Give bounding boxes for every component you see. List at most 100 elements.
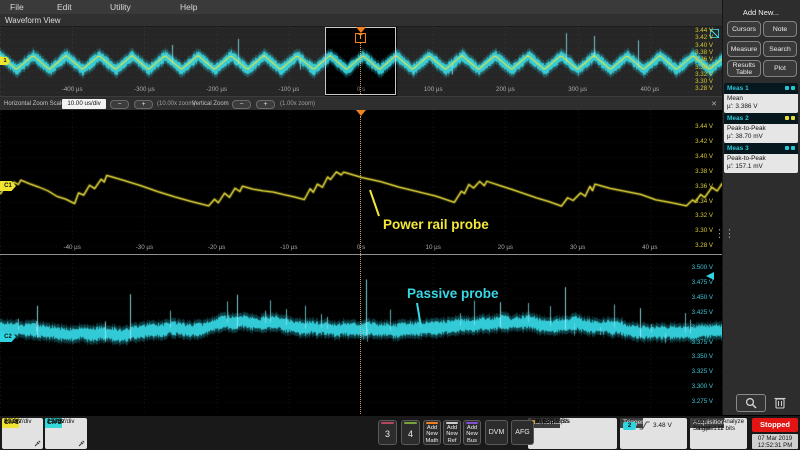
ch2-y-axis-label: 3.300 V	[692, 383, 713, 390]
main-x-axis-label: 40 µs	[642, 244, 657, 251]
ch2-badge[interactable]: Ch 2 25 mV/div 1 MΩ 1 GHz	[45, 418, 87, 449]
add-new-math-button[interactable]: Add New Math	[423, 420, 441, 445]
v-zoom-factor-label: (1.00x zoom)	[280, 101, 315, 107]
v-zoom-decrease-button[interactable]: −	[232, 100, 251, 109]
measurement-value: µ′: 38.70 mV	[727, 133, 795, 141]
measurement-header[interactable]: Meas 2	[724, 113, 798, 124]
ch2-y-axis-label: 3.425 V	[692, 309, 713, 316]
acq-analyze: Analyze	[722, 418, 744, 425]
pane-splitter-handle[interactable]: ⋮⋮	[714, 227, 734, 240]
main-y-axis-label: 3.44 V	[695, 123, 713, 130]
ch1-bandwidth: 1 GHz	[2, 418, 22, 425]
ch2-y-axis-label: 3.375 V	[692, 339, 713, 346]
main-y-axis-label: 3.30 V	[695, 227, 713, 234]
overview-x-axis-label: -400 µs	[62, 86, 83, 93]
horizontal-zoom-scale-value[interactable]: 10.00 us/div	[62, 99, 106, 109]
add-new-ref-button[interactable]: Add New Ref	[443, 420, 461, 445]
view-tab-bar: Waveform View	[0, 14, 722, 27]
h-zoom-decrease-button[interactable]: −	[110, 100, 129, 109]
measurement-source-icon	[785, 116, 789, 120]
button-label: Add New Bus	[464, 425, 480, 444]
overview-x-axis-label: 300 µs	[568, 86, 587, 93]
ch2-y-axis-label: 3.450 V	[692, 294, 713, 301]
main-y-axis-label: 3.36 V	[695, 183, 713, 190]
add-new-bus-button[interactable]: Add New Bus	[463, 420, 481, 445]
ch2-waveform-pane[interactable]	[0, 255, 722, 415]
button-label: Add New Math	[424, 425, 440, 444]
sidebar-button-measure[interactable]: Measure	[727, 41, 761, 57]
zoom-tool-button[interactable]	[736, 394, 766, 412]
ch1-badge[interactable]: Ch 1 20 mV/div 50 Ω 1 GHz	[2, 418, 43, 449]
tab-waveform-view[interactable]: Waveform View	[5, 16, 61, 25]
measurement-header[interactable]: Meas 3	[724, 143, 798, 154]
ch2-y-axis-label: 3.400 V	[692, 324, 713, 331]
close-zoom-toolbar-icon[interactable]: ✕	[711, 100, 717, 108]
main-x-axis-label: -30 µs	[136, 244, 153, 251]
channel-color-stripe	[381, 422, 394, 424]
sidebar-button-cursors[interactable]: Cursors	[727, 21, 761, 37]
horizontal-zoom-scale-label: Horizontal Zoom Scale	[4, 101, 65, 107]
measurement-type: Peak-to-Peak	[727, 155, 795, 163]
overview-y-axis-label: 3.30 V	[695, 78, 713, 85]
measurement-source-icon	[791, 146, 795, 150]
measurement-body: Peak-to-Peakµ′: 157.1 mV	[724, 154, 798, 173]
measurement-card[interactable]: Meas 1Meanµ′: 3.386 V	[724, 83, 798, 113]
overview-x-axis-label: 100 µs	[424, 86, 443, 93]
trash-button[interactable]	[772, 395, 790, 411]
ch2-y-axis-label: 3.475 V	[692, 279, 713, 286]
main-x-axis-label: 10 µs	[426, 244, 441, 251]
measurement-type: Mean	[727, 95, 795, 103]
ch3-button[interactable]: 3	[378, 420, 397, 445]
measurement-card[interactable]: Meas 2 Peak-to-Peakµ′: 38.70 mV	[724, 113, 798, 143]
h-zoom-increase-button[interactable]: +	[134, 100, 153, 109]
magnifier-icon	[737, 395, 765, 411]
h-zoom-factor-label: (10.00x zoom)	[157, 101, 195, 107]
horizontal-panel[interactable]: Horizontal 100 µs/div 1 ms SR: 1.25 GS/s…	[528, 418, 617, 449]
menu-item-edit[interactable]: Edit	[57, 2, 72, 12]
datetime-display: 07 Mar 2019 12:52:31 PM	[752, 434, 798, 449]
main-waveform-pane[interactable]	[0, 110, 722, 254]
overview-x-axis-label: -300 µs	[134, 86, 155, 93]
trigger-panel[interactable]: Trigger 2 3.48 V	[620, 418, 687, 449]
trigger-position-line	[360, 116, 361, 414]
overview-y-axis-label: 3.44 V	[695, 27, 713, 34]
sidebar-button-results-table[interactable]: Results Table	[727, 60, 761, 77]
measurement-value: µ′: 157.1 mV	[727, 163, 795, 171]
trigger-marker-main[interactable]	[356, 110, 366, 116]
menu-item-utility[interactable]: Utility	[110, 2, 131, 12]
measurement-type: Peak-to-Peak	[727, 125, 795, 133]
ch4-button[interactable]: 4	[401, 420, 420, 445]
overview-y-axis-label: 3.36 V	[695, 56, 713, 63]
channel-color-stripe	[426, 422, 438, 424]
v-zoom-increase-button[interactable]: +	[256, 100, 275, 109]
measurement-source-icon	[785, 146, 789, 150]
measurement-card[interactable]: Meas 3 Peak-to-Peakµ′: 157.1 mV	[724, 143, 798, 173]
sidebar-button-search[interactable]: Search	[763, 41, 797, 57]
stopped-button[interactable]: Stopped	[752, 418, 798, 432]
measurement-name: Meas 3	[727, 145, 749, 152]
date-label: 07 Mar 2019	[752, 435, 798, 442]
main-y-axis-label: 3.42 V	[695, 138, 713, 145]
main-x-axis-label: -40 µs	[64, 244, 81, 251]
vertical-zoom-label: Vertical Zoom	[192, 101, 229, 107]
overview-x-axis-label: -100 µs	[278, 86, 299, 93]
afg-button[interactable]: AFG	[511, 420, 534, 445]
menu-item-help[interactable]: Help	[180, 2, 197, 12]
pane-divider	[0, 254, 722, 255]
main-x-axis-label: 20 µs	[498, 244, 513, 251]
probe-icon	[34, 440, 41, 447]
rising-edge-icon	[639, 421, 650, 430]
measurement-body: Peak-to-Peakµ′: 38.70 mV	[724, 124, 798, 143]
menu-item-file[interactable]: File	[10, 2, 24, 12]
acquisition-panel[interactable]: Acquisition Auto, Analyze Sample: 12 bit…	[690, 418, 747, 449]
trigger-flag[interactable]: T	[355, 33, 366, 43]
ch2-y-axis-label: 3.350 V	[692, 353, 713, 360]
channel-color-stripe	[446, 422, 458, 424]
sidebar-button-note[interactable]: Note	[763, 21, 797, 37]
measurement-header[interactable]: Meas 1	[724, 83, 798, 94]
measurement-name: Meas 2	[727, 115, 749, 122]
sidebar-button-plot[interactable]: Plot	[763, 60, 797, 77]
main-x-axis-label: -10 µs	[280, 244, 297, 251]
main-x-axis-label: 0 s	[357, 244, 365, 251]
dvm-button[interactable]: DVM	[485, 420, 508, 445]
